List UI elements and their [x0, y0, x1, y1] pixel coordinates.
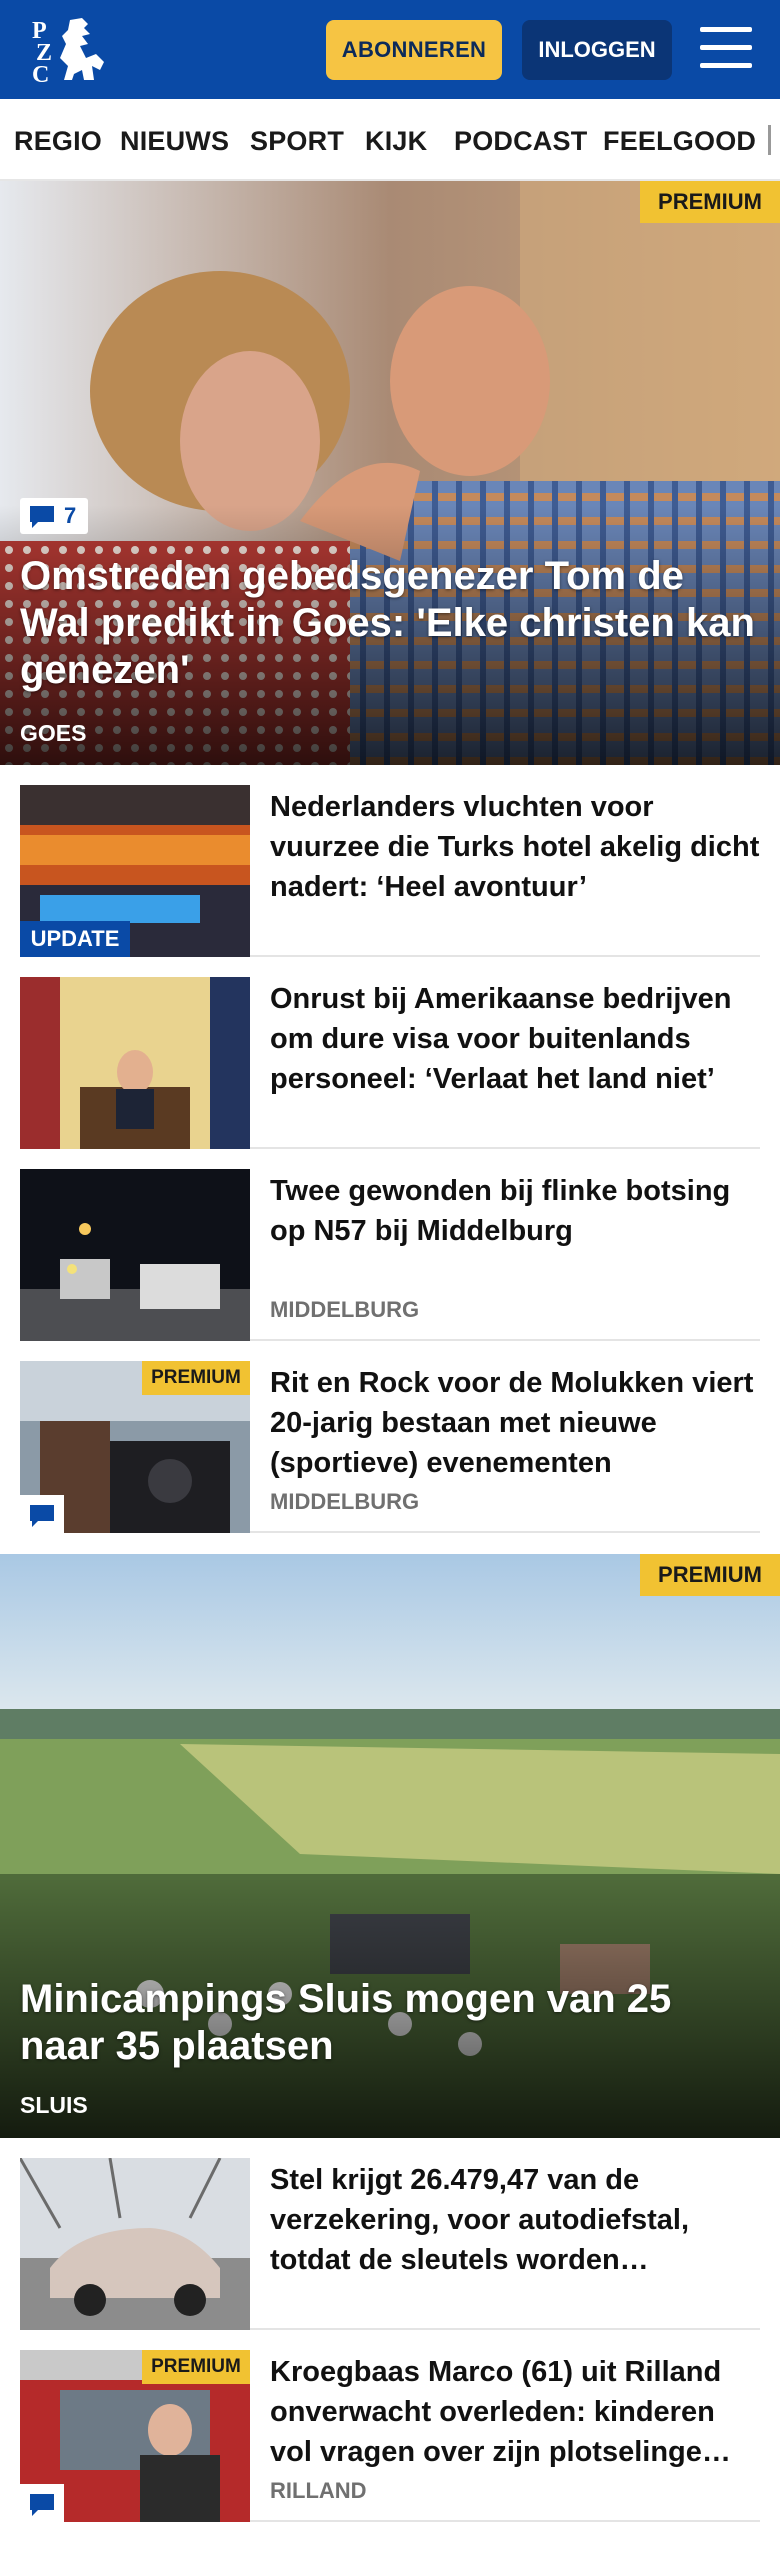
- top-bar: P Z C ABONNEREN INLOGGEN: [0, 0, 780, 99]
- article-title[interactable]: Twee gewonden bij flinke botsing op N57 …: [270, 1171, 760, 1251]
- article-title[interactable]: Onrust bij Amerikaanse bedrijven om dure…: [270, 979, 760, 1099]
- premium-badge: PREMIUM: [640, 181, 780, 223]
- article-row-3[interactable]: Twee gewonden bij flinke botsing op N57 …: [20, 1169, 760, 1341]
- hero-article-2[interactable]: PREMIUM Minicampings Sluis mogen van 25 …: [0, 1554, 780, 2138]
- article-title[interactable]: Rit en Rock voor de Molukken viert 20-ja…: [270, 1363, 760, 1483]
- nav-overflow-indicator: [768, 125, 771, 155]
- subscribe-button[interactable]: ABONNEREN: [326, 20, 502, 80]
- article-row-5[interactable]: Stel krijgt 26.479,47 van de verzekering…: [20, 2158, 760, 2330]
- pzc-logo[interactable]: P Z C: [30, 14, 114, 88]
- article-thumbnail: PREMIUM: [20, 2350, 250, 2522]
- premium-badge: PREMIUM: [640, 1554, 780, 1596]
- article-title[interactable]: Stel krijgt 26.479,47 van de verzekering…: [270, 2160, 760, 2280]
- premium-badge: PREMIUM: [142, 2350, 250, 2384]
- nav-item-regio[interactable]: REGIO: [14, 126, 102, 157]
- comment-icon: [30, 1505, 54, 1527]
- comment-chip[interactable]: [20, 1495, 64, 1533]
- article-location: MIDDELBURG: [270, 1489, 420, 1514]
- hero-location: SLUIS: [20, 2092, 88, 2118]
- article-thumbnail: PREMIUM: [20, 1361, 250, 1533]
- article-location: RILLAND: [270, 2478, 367, 2503]
- comment-count-chip[interactable]: 7: [20, 498, 88, 534]
- article-title[interactable]: Kroegbaas Marco (61) uit Rilland onverwa…: [270, 2352, 760, 2472]
- hamburger-menu-icon[interactable]: [700, 25, 752, 71]
- comment-icon: [30, 506, 54, 528]
- article-row-2[interactable]: Onrust bij Amerikaanse bedrijven om dure…: [20, 977, 760, 1149]
- hero-title[interactable]: Minicampings Sluis mogen van 25 naar 35 …: [20, 1976, 760, 2070]
- nav-item-podcast[interactable]: PODCAST: [454, 126, 587, 157]
- article-row-4[interactable]: PREMIUM Rit en Rock voor de Molukken vie…: [20, 1361, 760, 1533]
- article-thumbnail: UPDATE: [20, 785, 250, 957]
- article-thumbnail: [20, 977, 250, 1149]
- comment-count: 7: [64, 503, 77, 528]
- section-nav: REGIO NIEUWS SPORT KIJK PODCAST FEELGOOD: [0, 99, 780, 181]
- hero-location: GOES: [20, 720, 87, 746]
- hero-title[interactable]: Omstreden gebedsgenezer Tom de Wal predi…: [20, 553, 760, 694]
- comment-icon: [30, 2494, 54, 2516]
- update-badge: UPDATE: [20, 921, 130, 957]
- nav-item-feelgood[interactable]: FEELGOOD: [603, 126, 756, 157]
- login-button[interactable]: INLOGGEN: [522, 20, 672, 80]
- article-thumbnail: [20, 2158, 250, 2330]
- nav-item-kijk[interactable]: KIJK: [365, 126, 427, 157]
- article-location: MIDDELBURG: [270, 1297, 420, 1322]
- article-row-1[interactable]: UPDATE Nederlanders vluchten voor vuurze…: [20, 785, 760, 957]
- hero-article-1[interactable]: PREMIUM 7 Omstreden gebedsgenezer Tom de…: [0, 181, 780, 765]
- comment-chip[interactable]: [20, 2484, 64, 2522]
- svg-text:C: C: [32, 62, 49, 86]
- premium-badge: PREMIUM: [142, 1361, 250, 1395]
- article-title[interactable]: Nederlanders vluchten voor vuurzee die T…: [270, 787, 760, 907]
- nav-item-sport[interactable]: SPORT: [250, 126, 344, 157]
- nav-item-nieuws[interactable]: NIEUWS: [120, 126, 229, 157]
- logo-lion-icon: [60, 18, 104, 80]
- article-thumbnail: [20, 1169, 250, 1341]
- article-row-6[interactable]: PREMIUM Kroegbaas Marco (61) uit Rilland…: [20, 2350, 760, 2522]
